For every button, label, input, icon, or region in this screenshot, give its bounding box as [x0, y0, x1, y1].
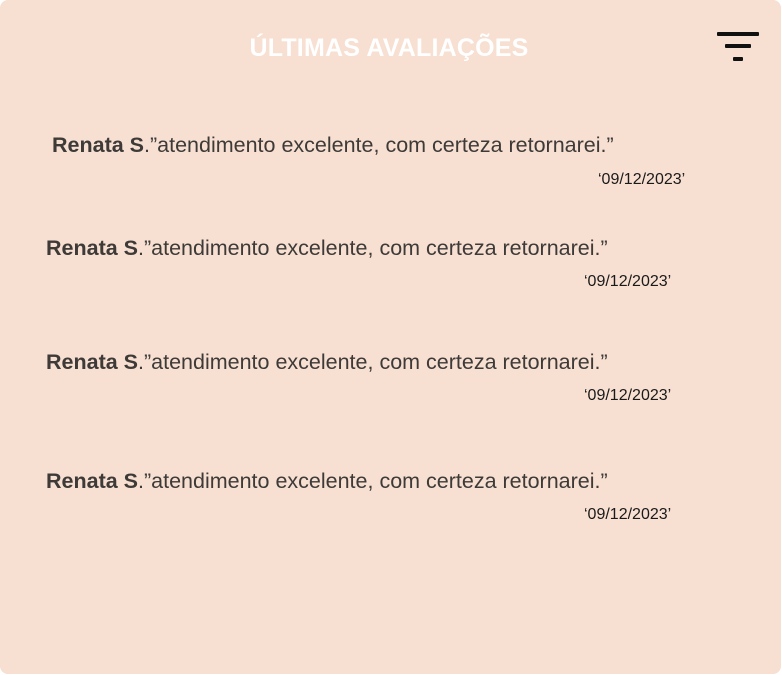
page-title: ÚLTIMAS AVALIAÇÕES [249, 34, 529, 62]
review-date: ‘09/12/2023’ [584, 387, 672, 404]
review-comment: .”atendimento excelente, com certeza ret… [138, 469, 608, 493]
review-comment: .”atendimento excelente, com certeza ret… [144, 133, 614, 157]
review-author: Renata S [46, 469, 139, 493]
review-text-line: Renata S.”atendimento excelente, com cer… [46, 349, 608, 375]
review-comment: .”atendimento excelente, com certeza ret… [138, 350, 608, 374]
review-date: ‘09/12/2023’ [584, 273, 672, 290]
review-text-line: Renata S.”atendimento excelente, com cer… [52, 132, 614, 158]
filter-icon [717, 32, 759, 36]
review-author: Renata S [46, 236, 139, 260]
filter-button[interactable] [712, 28, 764, 68]
review-comment: .”atendimento excelente, com certeza ret… [138, 236, 608, 260]
review-date: ‘09/12/2023’ [584, 506, 672, 523]
review-author: Renata S [52, 133, 145, 157]
review-date: ‘09/12/2023’ [598, 171, 686, 188]
review-author: Renata S [46, 350, 139, 374]
reviews-card: ÚLTIMAS AVALIAÇÕES Renata S.”atendimento… [0, 0, 781, 674]
review-text-line: Renata S.”atendimento excelente, com cer… [46, 468, 608, 494]
review-text-line: Renata S.”atendimento excelente, com cer… [46, 235, 608, 261]
